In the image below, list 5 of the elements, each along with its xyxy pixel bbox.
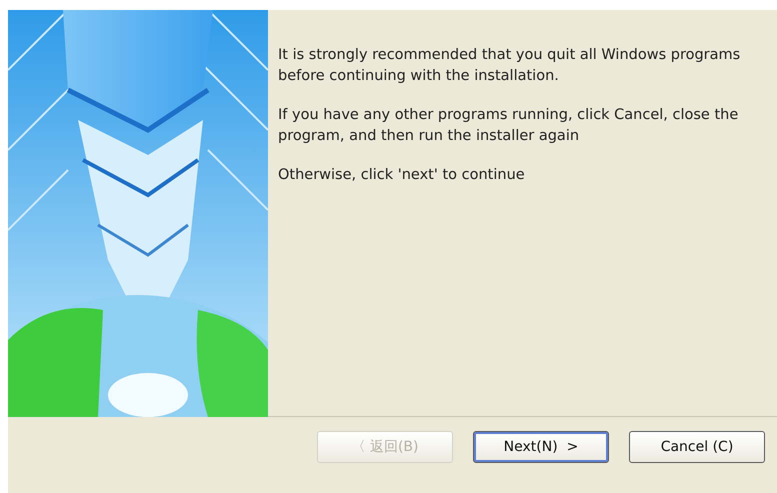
instruction-text: Otherwise, click 'next' to continue [278, 166, 526, 185]
instruction-text: If you have any other programs running, click Cancel, close the program, and then run the installer again [278, 106, 740, 146]
dialog-button[interactable]: Next(N) > [473, 431, 609, 463]
instruction-text: It is strongly recommended that you quit all Windows programs before continuing with the installation. [278, 46, 742, 86]
dialog-button[interactable]: Cancel (C) [629, 431, 765, 463]
